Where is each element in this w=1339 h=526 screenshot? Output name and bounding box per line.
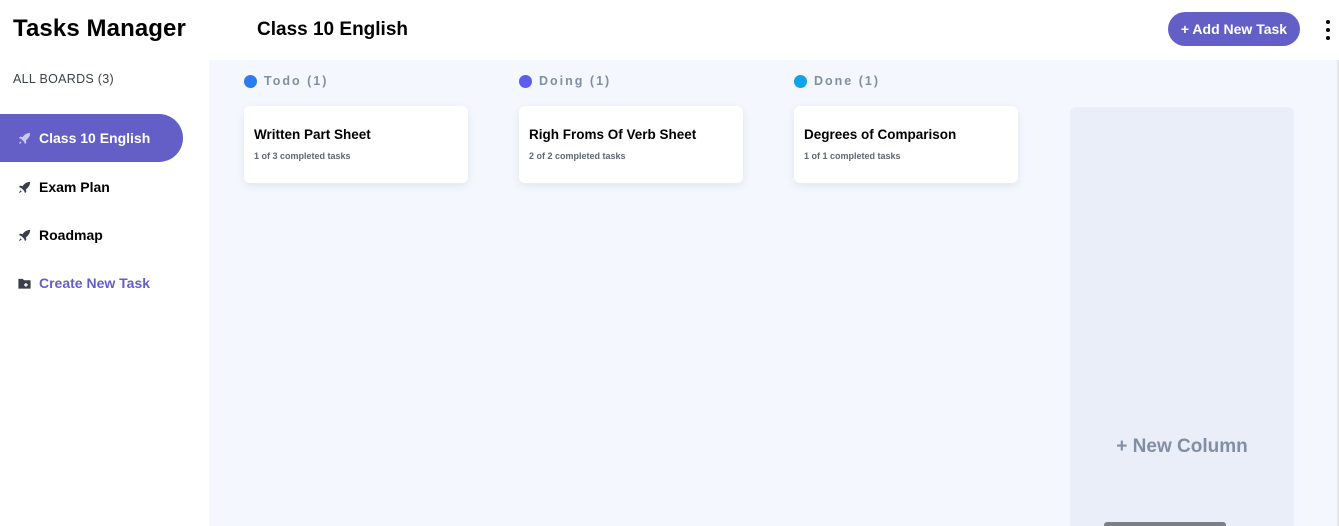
folder-plus-icon <box>17 276 32 291</box>
column-name: Todo <box>264 74 302 88</box>
add-new-task-button[interactable]: + Add New Task <box>1168 12 1300 46</box>
task-title: Written Part Sheet <box>254 127 371 142</box>
sidebar-item-label: Class 10 English <box>39 130 151 146</box>
task-card[interactable]: Written Part Sheet 1 of 3 completed task… <box>244 106 468 183</box>
app: Tasks Manager ALL BOARDS (3) Class 10 En… <box>0 0 1339 526</box>
all-boards-label: ALL BOARDS (3) <box>13 72 114 86</box>
header: Class 10 English + Add New Task <box>209 0 1339 60</box>
column-count: (1) <box>307 74 329 88</box>
board-title: Class 10 English <box>257 19 409 40</box>
rocket-icon <box>17 228 32 243</box>
sidebar-item-class-10-english[interactable]: Class 10 English <box>0 114 183 162</box>
sidebar: Tasks Manager ALL BOARDS (3) Class 10 En… <box>0 0 209 526</box>
task-title: Righ Froms Of Verb Sheet <box>529 127 697 142</box>
column-name: Doing <box>539 74 585 88</box>
task-subtasks: 1 of 3 completed tasks <box>254 151 351 161</box>
scroll-indicator[interactable] <box>1104 522 1226 526</box>
create-new-task-button[interactable]: Create New Task <box>0 259 183 307</box>
sidebar-item-roadmap[interactable]: Roadmap <box>0 211 183 259</box>
app-logo: Tasks Manager <box>13 15 186 42</box>
create-new-task-label: Create New Task <box>39 275 151 291</box>
task-title: Degrees of Comparison <box>804 127 957 142</box>
sidebar-item-label: Roadmap <box>39 227 103 243</box>
status-dot-icon <box>519 74 532 88</box>
column-name: Done <box>814 74 854 88</box>
sidebar-item-exam-plan[interactable]: Exam Plan <box>0 163 183 211</box>
column-count: (1) <box>858 74 881 88</box>
new-column-label: + New Column <box>1116 436 1248 457</box>
status-dot-icon <box>794 74 807 88</box>
task-subtasks: 1 of 1 completed tasks <box>804 151 901 161</box>
status-dot-icon <box>244 74 257 88</box>
rocket-icon <box>17 131 32 146</box>
rocket-icon <box>17 180 32 195</box>
kebab-menu-icon[interactable] <box>1322 20 1334 40</box>
task-card[interactable]: Degrees of Comparison 1 of 1 completed t… <box>794 106 1018 183</box>
task-subtasks: 2 of 2 completed tasks <box>529 151 626 161</box>
board-area: Todo (1) Written Part Sheet 1 of 3 compl… <box>209 60 1337 526</box>
task-card[interactable]: Righ Froms Of Verb Sheet 2 of 2 complete… <box>519 106 743 183</box>
new-column-button[interactable]: + New Column <box>1070 107 1294 526</box>
column-header: Doing (1) <box>519 74 611 88</box>
column-header: Done (1) <box>794 74 880 88</box>
column-header: Todo (1) <box>244 74 328 88</box>
sidebar-item-label: Exam Plan <box>39 179 110 195</box>
column-count: (1) <box>589 74 612 88</box>
